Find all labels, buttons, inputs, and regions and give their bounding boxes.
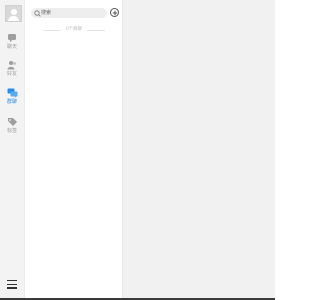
avatar-head-shape: [10, 8, 17, 15]
divider-line-right: [87, 30, 105, 31]
chat-content-pane: [122, 0, 275, 298]
chat-icon: [8, 34, 16, 43]
sidebar-item-tags[interactable]: 标签: [0, 117, 24, 139]
sidebar-item-label: 群聊: [6, 99, 17, 105]
tag-icon: [7, 118, 17, 126]
menu-line: [7, 283, 17, 285]
sidebar: 聊天 好友 群聊 标签: [0, 0, 25, 298]
menu-line: [7, 280, 17, 282]
sidebar-item-label: 聊天: [6, 44, 17, 50]
search-icon: [34, 9, 41, 17]
group-count-label: 0个群聊: [65, 27, 83, 32]
avatar[interactable]: [5, 5, 22, 22]
app-window: 聊天 好友 群聊 标签 搜索 0个群聊: [0, 0, 275, 300]
group-list-pane: 0个群聊: [25, 0, 122, 298]
sidebar-item-label: 好友: [6, 71, 17, 77]
sidebar-item-label: 标签: [6, 128, 17, 134]
sidebar-item-group-chat[interactable]: 群聊: [0, 88, 24, 110]
search-box[interactable]: [31, 8, 107, 18]
avatar-body-shape: [8, 15, 19, 21]
divider-line-left: [43, 30, 61, 31]
menu-line: [7, 287, 17, 289]
plus-icon: [112, 10, 117, 15]
add-button[interactable]: [110, 8, 119, 17]
sidebar-item-friends[interactable]: 好友: [0, 60, 24, 82]
hamburger-menu-icon[interactable]: [7, 280, 17, 289]
sidebar-item-chat[interactable]: 聊天: [0, 33, 24, 55]
friends-icon: [7, 61, 16, 70]
search-input[interactable]: [41, 8, 103, 18]
group-count-divider: 0个群聊: [43, 26, 105, 34]
group-chat-icon: [7, 88, 17, 98]
